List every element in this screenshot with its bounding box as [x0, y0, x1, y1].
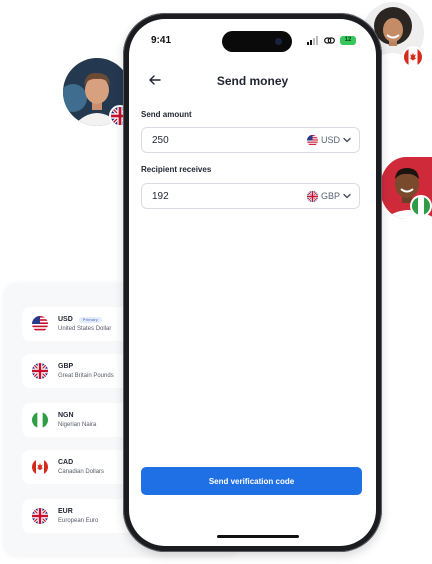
- uk-flag-icon: [32, 363, 48, 379]
- send-amount-input[interactable]: [152, 134, 292, 146]
- send-currency-select[interactable]: USD: [307, 135, 351, 146]
- status-icons: 12: [307, 34, 356, 46]
- uk-flag-icon: [307, 191, 318, 202]
- send-amount-field: USD: [141, 127, 360, 153]
- signal-icon: [307, 35, 318, 45]
- avatar-uk-user: [63, 58, 131, 127]
- currency-code: EUR: [58, 508, 73, 515]
- currency-code: USD: [58, 316, 73, 323]
- chevron-down-icon: [343, 137, 351, 143]
- recipient-amount-field: GBP: [141, 183, 360, 209]
- us-flag-icon: [307, 135, 318, 146]
- phone-screen: 9:41 12 Send money Send amount 250 USD R…: [129, 19, 376, 546]
- currency-name: Canadian Dollars: [58, 469, 105, 475]
- ng-flag-icon: [410, 195, 432, 217]
- currency-code: GBP: [58, 363, 74, 370]
- link-icon: [324, 36, 335, 44]
- currency-code: CAD: [58, 459, 74, 466]
- battery-icon: 12: [340, 35, 356, 45]
- home-indicator: [217, 535, 299, 538]
- page-title: Send money: [216, 74, 289, 88]
- dynamic-island: [222, 31, 292, 52]
- ca-flag-icon: [32, 459, 48, 475]
- send-amount-label: Send amount: [141, 110, 192, 119]
- recipient-amount-input[interactable]: [152, 190, 292, 202]
- uk-flag-icon: [32, 508, 48, 524]
- status-time: 9:41: [151, 35, 172, 46]
- ng-flag-icon: [32, 412, 48, 428]
- send-currency-code: USD: [320, 135, 340, 145]
- avatar-ng-user: [380, 157, 432, 219]
- recipient-currency-code: GBP: [320, 191, 340, 201]
- ca-flag-icon: [402, 46, 424, 68]
- phone-frame: 9:41 12 Send money Send amount 250 USD R…: [123, 13, 382, 552]
- recipient-receives-label: Recipient receives: [141, 165, 212, 174]
- us-flag-icon: [32, 316, 48, 332]
- currency-name: Great Britain Pounds: [58, 373, 114, 379]
- currency-name: European Euro: [58, 518, 99, 524]
- primary-badge: Primary: [78, 316, 102, 323]
- send-verification-code-button[interactable]: Send verification code: [141, 467, 362, 495]
- chevron-down-icon: [343, 193, 351, 199]
- currency-code: NGN: [58, 412, 74, 419]
- recipient-currency-select[interactable]: GBP: [307, 191, 351, 202]
- currency-name: United States Dollar: [58, 326, 112, 332]
- currency-name: Nigerian Naira: [58, 422, 97, 428]
